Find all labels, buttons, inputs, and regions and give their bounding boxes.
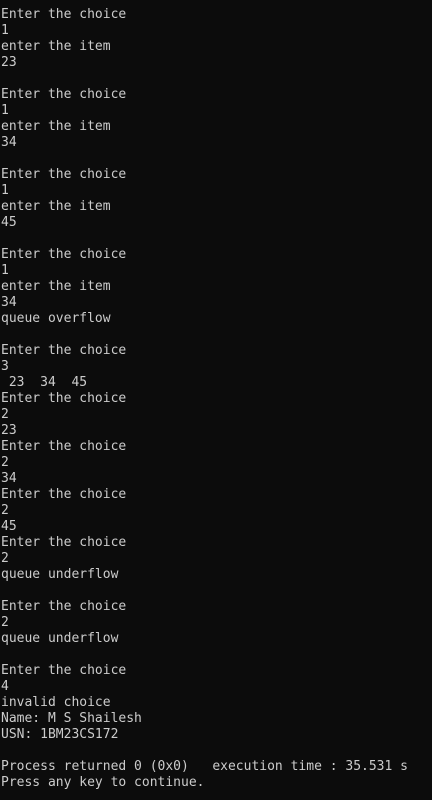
console-line: queue overflow (1, 311, 111, 326)
console-line: Enter the choice (1, 343, 127, 358)
console-line: USN: 1BM23CS172 (1, 727, 119, 742)
console-line: Enter the choice (1, 663, 127, 678)
console-line: 23 34 45 (1, 375, 88, 390)
console-line: Enter the choice (1, 167, 127, 182)
console-line: Process returned 0 (0x0) execution time … (1, 759, 408, 774)
console-line: Enter the choice (1, 599, 127, 614)
console-line: 1 (1, 103, 9, 118)
console-line: Name: M S Shailesh (1, 711, 142, 726)
console-line: 2 (1, 615, 9, 630)
console-line: queue underflow (1, 567, 119, 582)
console-line: enter the item (1, 279, 111, 294)
console-line: Press any key to continue. (1, 775, 205, 790)
console-line: 23 (1, 423, 17, 438)
console-line: 34 (1, 471, 17, 486)
console-line: 2 (1, 455, 9, 470)
console-line: queue underflow (1, 631, 119, 646)
console-line: 2 (1, 551, 9, 566)
console-line: Enter the choice (1, 247, 127, 262)
console-line: 1 (1, 263, 9, 278)
console-line: 2 (1, 407, 9, 422)
console-line: Enter the choice (1, 391, 127, 406)
console-line: 2 (1, 503, 9, 518)
console-line: 1 (1, 23, 9, 38)
console-line: Enter the choice (1, 535, 127, 550)
console-line: 34 (1, 295, 17, 310)
console-line: enter the item (1, 119, 111, 134)
console-line: enter the item (1, 199, 111, 214)
console-line: 34 (1, 135, 17, 150)
console-line: 3 (1, 359, 9, 374)
console-line: Enter the choice (1, 439, 127, 454)
console-line: 4 (1, 679, 9, 694)
console-line: 45 (1, 215, 17, 230)
console-line: invalid choice (1, 695, 111, 710)
console-line: 23 (1, 55, 17, 70)
console-line: 45 (1, 519, 17, 534)
console-line: enter the item (1, 39, 111, 54)
console-line: 1 (1, 183, 9, 198)
console-line: Enter the choice (1, 87, 127, 102)
console-output[interactable]: Enter the choice 1 enter the item 23 Ent… (0, 0, 432, 800)
console-line: Enter the choice (1, 7, 127, 22)
console-line: Enter the choice (1, 487, 127, 502)
